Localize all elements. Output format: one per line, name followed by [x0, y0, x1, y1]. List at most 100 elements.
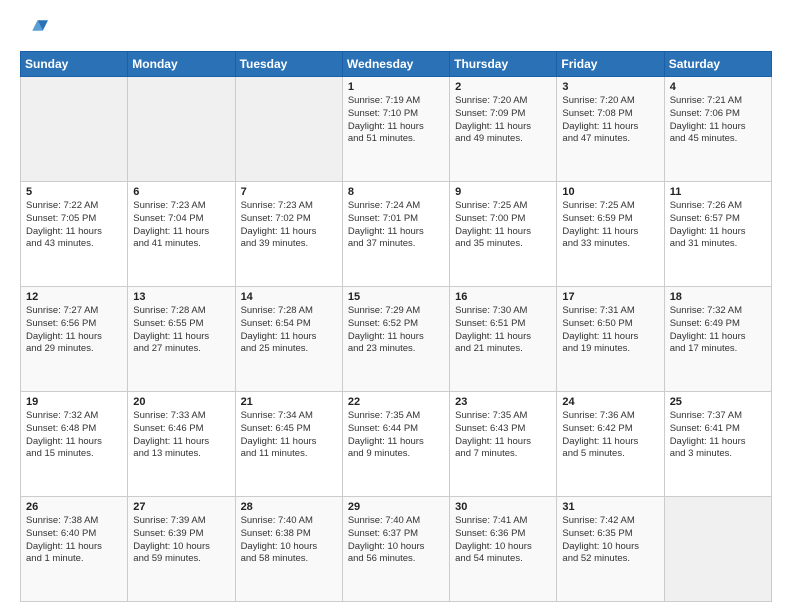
- day-cell: 13 Sunrise: 7:28 AM Sunset: 6:55 PM Dayli…: [128, 287, 235, 392]
- day-content: Sunrise: 7:20 AM Sunset: 7:09 PM Dayligh…: [455, 95, 551, 146]
- day-content: Sunrise: 7:26 AM Sunset: 6:57 PM Dayligh…: [670, 200, 766, 251]
- day-number: 7: [241, 186, 337, 198]
- day-cell: 19 Sunrise: 7:32 AM Sunset: 6:48 PM Dayli…: [21, 392, 128, 497]
- day-cell: 9 Sunrise: 7:25 AM Sunset: 7:00 PM Daylig…: [450, 182, 557, 287]
- day-cell: 7 Sunrise: 7:23 AM Sunset: 7:02 PM Daylig…: [235, 182, 342, 287]
- day-number: 31: [562, 501, 658, 513]
- day-content: Sunrise: 7:31 AM Sunset: 6:50 PM Dayligh…: [562, 305, 658, 356]
- day-content: Sunrise: 7:20 AM Sunset: 7:08 PM Dayligh…: [562, 95, 658, 146]
- day-cell: 14 Sunrise: 7:28 AM Sunset: 6:54 PM Dayli…: [235, 287, 342, 392]
- day-cell: 15 Sunrise: 7:29 AM Sunset: 6:52 PM Dayli…: [342, 287, 449, 392]
- day-cell: 5Sunrise: 7:22 AM Sunset: 7:05 PM Daylig…: [21, 182, 128, 287]
- weekday-header-saturday: Saturday: [664, 52, 771, 77]
- day-cell: 22 Sunrise: 7:35 AM Sunset: 6:44 PM Dayli…: [342, 392, 449, 497]
- weekday-header-monday: Monday: [128, 52, 235, 77]
- weekday-header-thursday: Thursday: [450, 52, 557, 77]
- day-content: Sunrise: 7:28 AM Sunset: 6:54 PM Dayligh…: [241, 305, 337, 356]
- day-content: Sunrise: 7:29 AM Sunset: 6:52 PM Dayligh…: [348, 305, 444, 356]
- page: SundayMondayTuesdayWednesdayThursdayFrid…: [0, 0, 792, 612]
- day-cell: 17 Sunrise: 7:31 AM Sunset: 6:50 PM Dayli…: [557, 287, 664, 392]
- day-number: 12: [26, 291, 122, 303]
- day-content: Sunrise: 7:35 AM Sunset: 6:44 PM Dayligh…: [348, 410, 444, 461]
- day-number: 23: [455, 396, 551, 408]
- day-number: 3: [562, 81, 658, 93]
- day-content: Sunrise: 7:32 AM Sunset: 6:49 PM Dayligh…: [670, 305, 766, 356]
- day-number: 28: [241, 501, 337, 513]
- day-content: Sunrise: 7:34 AM Sunset: 6:45 PM Dayligh…: [241, 410, 337, 461]
- day-content: Sunrise: 7:21 AM Sunset: 7:06 PM Dayligh…: [670, 95, 766, 146]
- day-cell: 11Sunrise: 7:26 AM Sunset: 6:57 PM Dayli…: [664, 182, 771, 287]
- day-number: 4: [670, 81, 766, 93]
- day-number: 10: [562, 186, 658, 198]
- calendar-table: SundayMondayTuesdayWednesdayThursdayFrid…: [20, 51, 772, 602]
- week-row-1: 1Sunrise: 7:19 AM Sunset: 7:10 PM Daylig…: [21, 77, 772, 182]
- day-cell: [664, 497, 771, 602]
- day-number: 5: [26, 186, 122, 198]
- day-cell: 3 Sunrise: 7:20 AM Sunset: 7:08 PM Daylig…: [557, 77, 664, 182]
- day-content: Sunrise: 7:25 AM Sunset: 7:00 PM Dayligh…: [455, 200, 551, 251]
- day-cell: 6 Sunrise: 7:23 AM Sunset: 7:04 PM Daylig…: [128, 182, 235, 287]
- day-content: Sunrise: 7:37 AM Sunset: 6:41 PM Dayligh…: [670, 410, 766, 461]
- day-cell: 23 Sunrise: 7:35 AM Sunset: 6:43 PM Dayli…: [450, 392, 557, 497]
- day-cell: 29Sunrise: 7:40 AM Sunset: 6:37 PM Dayli…: [342, 497, 449, 602]
- day-number: 14: [241, 291, 337, 303]
- day-content: Sunrise: 7:36 AM Sunset: 6:42 PM Dayligh…: [562, 410, 658, 461]
- logo-icon: [20, 15, 48, 43]
- day-cell: 16Sunrise: 7:30 AM Sunset: 6:51 PM Dayli…: [450, 287, 557, 392]
- day-number: 18: [670, 291, 766, 303]
- day-cell: 24 Sunrise: 7:36 AM Sunset: 6:42 PM Dayli…: [557, 392, 664, 497]
- day-cell: 12Sunrise: 7:27 AM Sunset: 6:56 PM Dayli…: [21, 287, 128, 392]
- day-cell: 10 Sunrise: 7:25 AM Sunset: 6:59 PM Dayli…: [557, 182, 664, 287]
- day-number: 15: [348, 291, 444, 303]
- day-number: 19: [26, 396, 122, 408]
- weekday-header-tuesday: Tuesday: [235, 52, 342, 77]
- day-content: Sunrise: 7:28 AM Sunset: 6:55 PM Dayligh…: [133, 305, 229, 356]
- day-cell: 20 Sunrise: 7:33 AM Sunset: 6:46 PM Dayli…: [128, 392, 235, 497]
- day-content: Sunrise: 7:33 AM Sunset: 6:46 PM Dayligh…: [133, 410, 229, 461]
- day-content: Sunrise: 7:35 AM Sunset: 6:43 PM Dayligh…: [455, 410, 551, 461]
- day-number: 9: [455, 186, 551, 198]
- weekday-header-friday: Friday: [557, 52, 664, 77]
- day-number: 25: [670, 396, 766, 408]
- weekday-header-row: SundayMondayTuesdayWednesdayThursdayFrid…: [21, 52, 772, 77]
- day-content: Sunrise: 7:38 AM Sunset: 6:40 PM Dayligh…: [26, 515, 122, 566]
- day-number: 24: [562, 396, 658, 408]
- day-number: 16: [455, 291, 551, 303]
- day-number: 6: [133, 186, 229, 198]
- day-content: Sunrise: 7:40 AM Sunset: 6:37 PM Dayligh…: [348, 515, 444, 566]
- day-cell: 27 Sunrise: 7:39 AM Sunset: 6:39 PM Dayli…: [128, 497, 235, 602]
- day-cell: [128, 77, 235, 182]
- weekday-header-sunday: Sunday: [21, 52, 128, 77]
- day-number: 2: [455, 81, 551, 93]
- day-cell: 18 Sunrise: 7:32 AM Sunset: 6:49 PM Dayli…: [664, 287, 771, 392]
- day-number: 17: [562, 291, 658, 303]
- day-cell: 25 Sunrise: 7:37 AM Sunset: 6:41 PM Dayli…: [664, 392, 771, 497]
- week-row-5: 26 Sunrise: 7:38 AM Sunset: 6:40 PM Dayli…: [21, 497, 772, 602]
- logo: [20, 15, 52, 43]
- day-content: Sunrise: 7:23 AM Sunset: 7:02 PM Dayligh…: [241, 200, 337, 251]
- day-number: 1: [348, 81, 444, 93]
- day-number: 27: [133, 501, 229, 513]
- day-number: 26: [26, 501, 122, 513]
- week-row-4: 19 Sunrise: 7:32 AM Sunset: 6:48 PM Dayli…: [21, 392, 772, 497]
- day-number: 13: [133, 291, 229, 303]
- day-number: 30: [455, 501, 551, 513]
- day-number: 22: [348, 396, 444, 408]
- day-number: 21: [241, 396, 337, 408]
- day-content: Sunrise: 7:25 AM Sunset: 6:59 PM Dayligh…: [562, 200, 658, 251]
- day-cell: 28Sunrise: 7:40 AM Sunset: 6:38 PM Dayli…: [235, 497, 342, 602]
- day-number: 20: [133, 396, 229, 408]
- day-cell: [21, 77, 128, 182]
- day-cell: 30 Sunrise: 7:41 AM Sunset: 6:36 PM Dayli…: [450, 497, 557, 602]
- day-cell: 2 Sunrise: 7:20 AM Sunset: 7:09 PM Daylig…: [450, 77, 557, 182]
- day-cell: 26 Sunrise: 7:38 AM Sunset: 6:40 PM Dayli…: [21, 497, 128, 602]
- weekday-header-wednesday: Wednesday: [342, 52, 449, 77]
- day-cell: 21 Sunrise: 7:34 AM Sunset: 6:45 PM Dayli…: [235, 392, 342, 497]
- day-cell: 8Sunrise: 7:24 AM Sunset: 7:01 PM Daylig…: [342, 182, 449, 287]
- day-content: Sunrise: 7:32 AM Sunset: 6:48 PM Dayligh…: [26, 410, 122, 461]
- week-row-3: 12Sunrise: 7:27 AM Sunset: 6:56 PM Dayli…: [21, 287, 772, 392]
- day-content: Sunrise: 7:41 AM Sunset: 6:36 PM Dayligh…: [455, 515, 551, 566]
- day-content: Sunrise: 7:39 AM Sunset: 6:39 PM Dayligh…: [133, 515, 229, 566]
- header: [20, 15, 772, 43]
- day-content: Sunrise: 7:23 AM Sunset: 7:04 PM Dayligh…: [133, 200, 229, 251]
